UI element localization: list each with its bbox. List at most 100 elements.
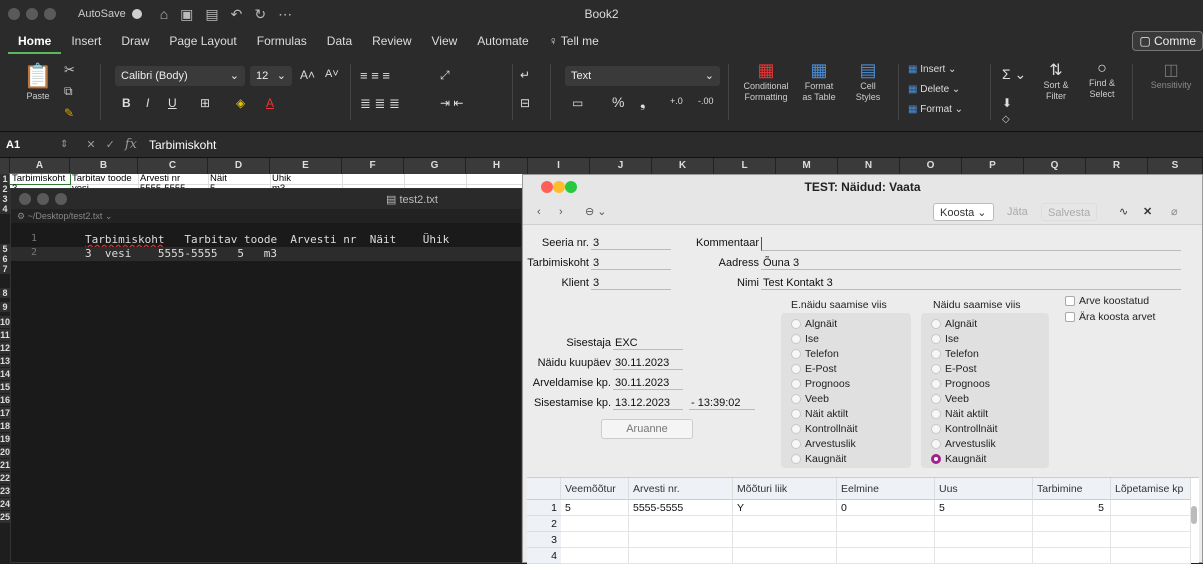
row-header[interactable]: 21 <box>0 459 10 471</box>
row-header[interactable]: 1 <box>0 174 10 184</box>
minimize-window-button[interactable] <box>553 181 565 193</box>
table-cell[interactable] <box>837 516 935 532</box>
orientation-icon[interactable]: ⤢ <box>440 68 450 83</box>
align-left-icon[interactable]: ≣ ≣ ≣ <box>360 96 400 112</box>
cell-c1[interactable]: Arvesti nr <box>138 174 208 184</box>
tab-view[interactable]: View <box>422 28 468 54</box>
cancel-icon[interactable]: ✕ <box>86 138 95 151</box>
radio-option[interactable]: Näit aktilt <box>931 408 988 420</box>
seeria-field[interactable]: 3 <box>591 237 671 250</box>
tab-insert[interactable]: Insert <box>61 28 111 54</box>
row-header[interactable]: 9 <box>0 302 10 312</box>
maximize-window-button[interactable] <box>565 181 577 193</box>
naidu-kuupaev-field[interactable]: 30.11.2023 <box>613 357 683 370</box>
arveldamise-field[interactable]: 30.11.2023 <box>613 377 683 390</box>
column-header[interactable]: N <box>838 158 900 174</box>
column-header[interactable]: I <box>528 158 590 174</box>
sisestamise-time-field[interactable]: - 13:39:02 <box>689 397 755 410</box>
column-header[interactable]: Lõpetamise kp <box>1111 478 1191 500</box>
row-header[interactable]: 2 <box>0 184 10 194</box>
radio-option[interactable]: Prognoos <box>791 378 850 390</box>
format-as-table-button[interactable]: ▦ Format as Table <box>798 60 840 103</box>
column-header[interactable]: R <box>1086 158 1148 174</box>
kommentaar-field[interactable] <box>761 237 1181 251</box>
table-cell[interactable] <box>561 532 629 548</box>
save-as-icon[interactable]: ▤ <box>205 6 218 23</box>
back-icon[interactable]: ‹ <box>531 203 547 221</box>
close-window-button[interactable] <box>8 8 20 20</box>
radio-option[interactable]: Kontrollnäit <box>931 423 998 435</box>
row-header[interactable]: 6 <box>0 254 10 264</box>
row-header[interactable]: 17 <box>0 407 10 419</box>
name-box-stepper-icon[interactable]: ⇕ <box>60 139 68 150</box>
jata-button[interactable]: Jäta <box>1001 203 1034 221</box>
font-color-icon[interactable]: A <box>266 96 274 110</box>
sensitivity-button[interactable]: ◫ Sensitivity <box>1142 60 1200 91</box>
sisestamise-field[interactable]: 13.12.2023 <box>613 397 683 410</box>
underline-icon[interactable]: U <box>168 96 177 110</box>
column-header[interactable]: S <box>1148 158 1203 174</box>
sort-filter-button[interactable]: ⇅ Sort & Filter <box>1034 60 1078 102</box>
font-name-select[interactable]: Calibri (Body) ⌄ <box>115 66 245 86</box>
comma-icon[interactable]: ❟ <box>640 94 646 111</box>
decrease-font-icon[interactable]: A˅ <box>325 68 339 80</box>
editor-line[interactable]: 2 3 vesi 5555-5555 5 m3 <box>11 247 521 261</box>
column-header[interactable]: K <box>652 158 714 174</box>
radio-option[interactable]: Telefon <box>931 348 979 360</box>
column-header[interactable]: P <box>962 158 1024 174</box>
bold-icon[interactable]: B <box>122 96 131 110</box>
column-header[interactable]: Eelmine <box>837 478 935 500</box>
column-header[interactable]: F <box>342 158 404 174</box>
conditional-formatting-button[interactable]: ▦ Conditional Formatting <box>736 60 796 103</box>
attachment-icon[interactable]: ⌀ <box>1165 203 1184 221</box>
row-header[interactable]: 24 <box>0 498 10 510</box>
save-icon[interactable]: ▣ <box>180 6 193 23</box>
expand-icon[interactable]: ✕ <box>1137 203 1158 221</box>
aadress-field[interactable]: Õuna 3 <box>761 257 1181 270</box>
comments-button[interactable]: ▢ Comme <box>1132 31 1203 51</box>
autosave-toggle[interactable]: AutoSave <box>78 8 142 20</box>
close-window-button[interactable] <box>541 181 553 193</box>
redo-icon[interactable]: ↻ <box>254 6 266 23</box>
table-cell[interactable] <box>733 548 837 564</box>
radio-option[interactable]: Arvestuslik <box>791 438 856 450</box>
radio-option[interactable]: Kaugnäit <box>791 453 846 465</box>
table-cell[interactable] <box>935 516 1033 532</box>
more-icon[interactable]: ⋯ <box>278 6 292 23</box>
table-cell[interactable] <box>561 516 629 532</box>
align-top-icon[interactable]: ≡ ≡ ≡ <box>360 68 390 83</box>
column-header[interactable]: H <box>466 158 528 174</box>
table-cell[interactable]: 5 <box>935 500 1033 516</box>
table-cell[interactable] <box>935 548 1033 564</box>
radio-option[interactable]: Näit aktilt <box>791 408 848 420</box>
editor-minimize-button[interactable] <box>37 193 49 205</box>
column-header[interactable]: B <box>70 158 138 174</box>
tab-tell-me[interactable]: ♀ Tell me <box>539 28 609 54</box>
cell-d1[interactable]: Näit <box>208 174 270 184</box>
row-header[interactable]: 5 <box>0 244 10 254</box>
table-cell[interactable]: 0 <box>837 500 935 516</box>
column-header[interactable]: E <box>270 158 342 174</box>
sisestaja-field[interactable]: EXC <box>613 337 683 350</box>
row-header[interactable]: 22 <box>0 472 10 484</box>
table-cell[interactable] <box>1111 500 1191 516</box>
table-cell[interactable] <box>733 532 837 548</box>
aruanne-button[interactable]: Aruanne <box>601 419 693 439</box>
font-size-select[interactable]: 12 ⌄ <box>250 66 292 86</box>
column-header[interactable]: G <box>404 158 466 174</box>
confirm-icon[interactable]: ✓ <box>106 138 115 151</box>
row-header[interactable]: 13 <box>0 355 10 367</box>
table-cell[interactable] <box>935 532 1033 548</box>
name-box[interactable]: A1 <box>0 139 60 151</box>
salvesta-button[interactable]: Salvesta <box>1041 203 1098 221</box>
indent-icon[interactable]: ⇥ ⇤ <box>440 96 463 110</box>
wrap-text-icon[interactable]: ↵ <box>520 68 530 82</box>
copy-icon[interactable]: ⧉ <box>64 84 73 99</box>
row-header[interactable]: 11 <box>0 329 10 341</box>
fill-icon[interactable]: ⬇ <box>1002 96 1012 110</box>
decrease-decimal-icon[interactable]: -.00 <box>698 96 714 106</box>
activity-icon[interactable]: ∿ <box>1113 203 1134 221</box>
table-cell[interactable] <box>629 532 733 548</box>
insert-cells-button[interactable]: ▦ Insert ⌄ <box>908 64 956 75</box>
italic-icon[interactable]: I <box>146 96 149 110</box>
